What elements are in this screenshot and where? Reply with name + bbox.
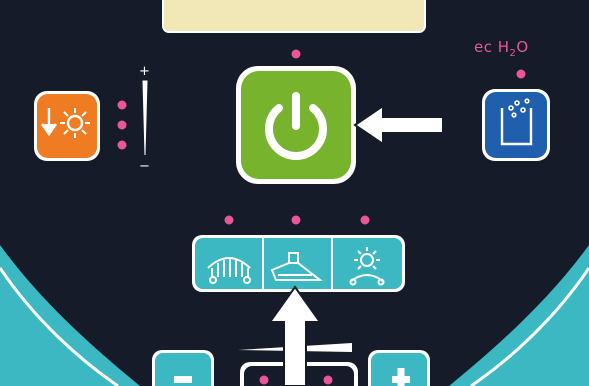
ech2o-indicator — [516, 69, 526, 79]
heat-button[interactable] — [34, 91, 100, 161]
ech2o-brand-o: O — [516, 38, 529, 56]
intensity-minus-label: − — [139, 159, 150, 174]
decrease-button[interactable] — [152, 350, 214, 386]
display-window — [162, 0, 426, 33]
ech2o-brand-label: ec H2O — [474, 38, 529, 59]
heat-level-dot-low — [117, 140, 127, 150]
ech2o-brand-prefix: ec — [474, 38, 493, 56]
minus-icon — [174, 376, 192, 383]
ech2o-brand-h: H — [497, 38, 510, 56]
mode-dot-squeegee — [291, 215, 301, 225]
heat-level-dot-mid — [117, 120, 127, 130]
power-indicator — [291, 49, 301, 59]
squeegee-mode-button[interactable] — [264, 239, 331, 288]
intensity-plus-label: + — [139, 64, 150, 79]
combined-mode-button[interactable] — [333, 239, 401, 288]
mode-dot-combined — [360, 215, 370, 225]
scrub-mode-button[interactable] — [196, 239, 262, 288]
power-button[interactable] — [236, 66, 356, 184]
mode-dot-scrub — [224, 215, 234, 225]
ech2o-button[interactable] — [482, 89, 550, 161]
increase-button[interactable] — [368, 350, 430, 386]
heat-level-dot-high — [117, 100, 127, 110]
